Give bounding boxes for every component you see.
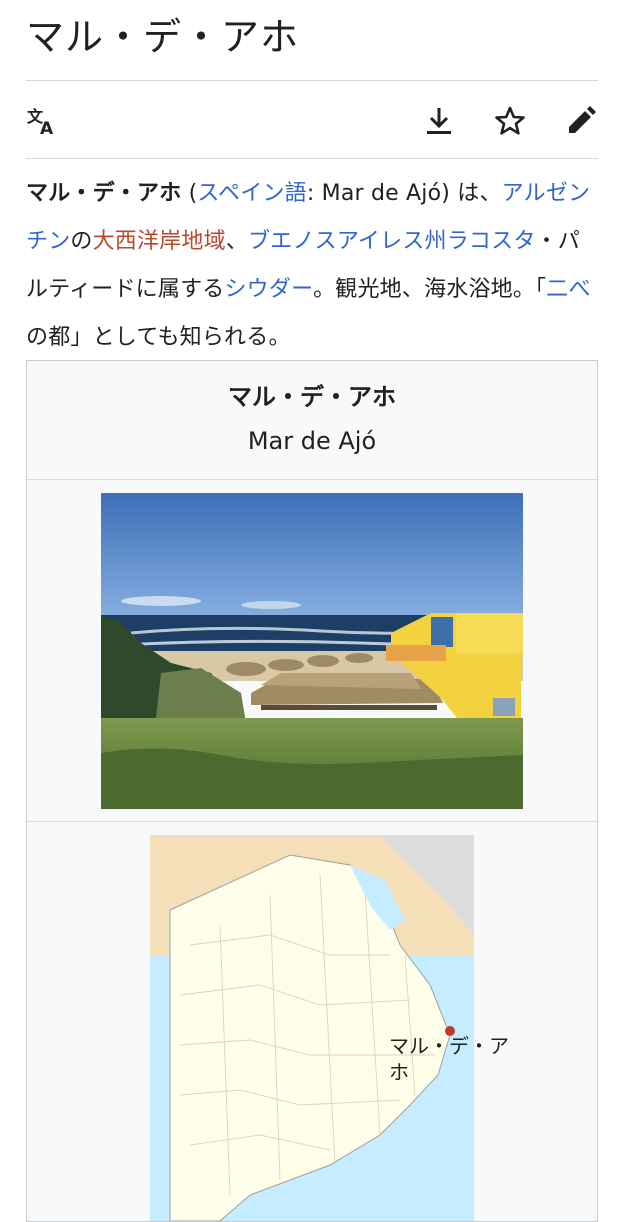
- toolbar-divider: [26, 158, 598, 159]
- lead-text: (: [181, 181, 198, 206]
- link-atlantic-coast-redlink[interactable]: 大西洋岸地域: [93, 229, 226, 254]
- title-divider: [26, 80, 598, 81]
- lead-text: の: [70, 229, 93, 254]
- svg-text:A: A: [40, 119, 54, 138]
- download-icon[interactable]: [422, 104, 456, 138]
- article-subject: マル・デ・アホ: [26, 181, 182, 206]
- infobox-header: マル・デ・アホ Mar de Ajó: [27, 361, 597, 479]
- lead-text: : Mar de Ajó) は、: [306, 181, 502, 206]
- pencil-icon[interactable]: [564, 104, 598, 138]
- lead-paragraph: マル・デ・アホ (スペイン語: Mar de Ajó) は、アルゼンチンの大西洋…: [26, 170, 598, 362]
- location-map[interactable]: [150, 835, 474, 1221]
- lead-text: の都」としても知られる。: [26, 325, 291, 350]
- page-actions-toolbar: 文 A: [26, 100, 598, 142]
- infobox-native-name: Mar de Ajó: [247, 427, 377, 455]
- link-nibe[interactable]: 二べ: [546, 277, 590, 302]
- beach-photo[interactable]: [101, 493, 523, 809]
- lead-text: 。観光地、海水浴地。「: [313, 277, 547, 302]
- infobox-divider: [27, 479, 597, 480]
- lead-text: 、: [225, 229, 249, 254]
- infobox-name: マル・デ・アホ: [228, 383, 396, 411]
- star-icon[interactable]: [493, 104, 527, 138]
- translate-icon[interactable]: 文 A: [26, 104, 60, 138]
- link-ciudad[interactable]: シウダー: [224, 277, 313, 302]
- infobox: マル・デ・アホ Mar de Ajó マル・デ・アホ: [26, 360, 598, 1222]
- page-title: マル・デ・アホ: [26, 15, 300, 59]
- link-spanish[interactable]: スペイン語: [197, 181, 306, 206]
- map-location-label: マル・デ・アホ: [389, 1034, 509, 1084]
- infobox-divider: [27, 821, 597, 822]
- link-la-costa[interactable]: ブエノスアイレス州ラコスタ: [248, 229, 536, 254]
